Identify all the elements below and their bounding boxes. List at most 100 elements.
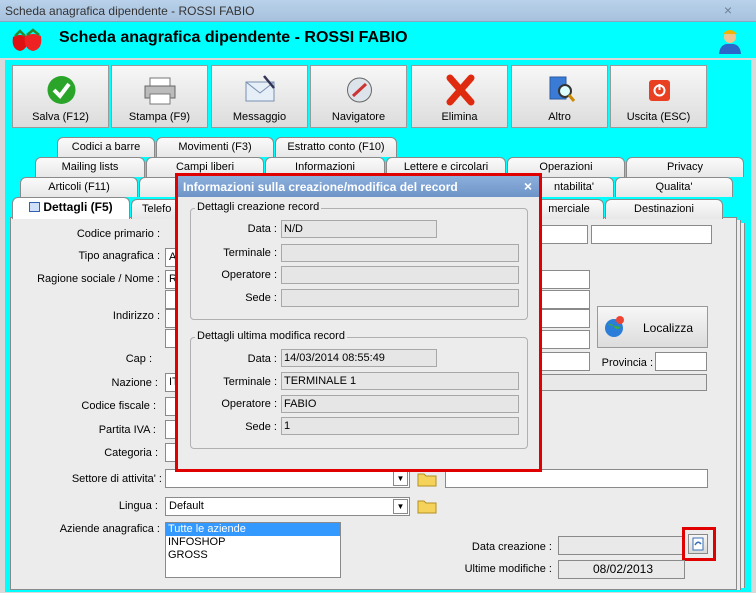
tab-contabilita[interactable]: ntabilita': [534, 177, 614, 197]
modifica-sede-label: Sede :: [245, 421, 277, 433]
exit-button-label: Uscita (ESC): [626, 111, 691, 123]
tab-codici-a-barre[interactable]: Codici a barre: [57, 137, 155, 157]
modifica-group-title: Dettagli ultima modifica record: [195, 330, 347, 342]
window-titlebar: Scheda anagrafica dipendente - ROSSI FAB…: [0, 0, 756, 22]
ragione-sociale-field-c[interactable]: [540, 290, 590, 309]
strawberry-logo-icon: [12, 28, 42, 51]
tab-movimenti[interactable]: Movimenti (F3): [156, 137, 274, 157]
ultime-modifiche-field: 08/02/2013: [558, 560, 685, 579]
other-button[interactable]: Altro: [511, 65, 608, 128]
record-info-dialog: Informazioni sulla creazione/modifica de…: [178, 176, 539, 469]
aziende-label: Aziende anagrafica :: [59, 523, 160, 535]
provincia-field[interactable]: [655, 352, 707, 371]
user-worker-icon[interactable]: [716, 25, 744, 55]
form-header: Scheda anagrafica dipendente - ROSSI FAB…: [0, 22, 756, 58]
citta-field[interactable]: [540, 352, 590, 371]
calendar-icon: [29, 202, 41, 212]
tipo-anagrafica-label: Tipo anagrafica :: [78, 250, 160, 262]
ragione-sociale-field-b[interactable]: [540, 270, 590, 289]
delete-button[interactable]: Elimina: [411, 65, 508, 128]
provincia-label: Provincia :: [601, 357, 653, 369]
tab-dettagli[interactable]: Dettagli (F5): [12, 197, 130, 219]
tab-telefoni[interactable]: Telefo: [131, 199, 181, 219]
aziende-list-item[interactable]: Tutte le aziende: [166, 523, 340, 536]
dialog-titlebar: Informazioni sulla creazione/modifica de…: [178, 176, 539, 197]
message-button-label: Messaggio: [232, 111, 287, 123]
folder-icon[interactable]: [417, 497, 437, 514]
cap-label: Cap :: [125, 353, 152, 365]
search-doc-icon: [549, 76, 576, 102]
modifica-data-label: Data :: [247, 353, 277, 365]
indirizzo-field-c[interactable]: [540, 330, 590, 349]
check-icon: [47, 76, 76, 104]
delete-x-icon: [446, 74, 475, 106]
nazione-label: Nazione :: [111, 377, 158, 389]
window-title: Scheda anagrafica dipendente - ROSSI FAB…: [5, 4, 255, 18]
navigator-button[interactable]: Navigatore: [310, 65, 407, 128]
dialog-close-button[interactable]: ×: [524, 178, 532, 194]
settore-label: Settore di attivita' :: [71, 473, 162, 485]
window-close-button[interactable]: ×: [718, 2, 738, 18]
modifica-operatore-field: FABIO: [281, 395, 519, 413]
aziende-list-item[interactable]: GROSS: [166, 549, 340, 562]
codice-primario-field-b[interactable]: [540, 225, 588, 244]
codice-primario-field-c[interactable]: [591, 225, 712, 244]
partita-iva-label: Partita IVA :: [98, 424, 156, 436]
ultime-modifiche-label: Ultime modifiche :: [464, 563, 552, 575]
tab-dettagli-label: Dettagli (F5): [43, 200, 113, 214]
creazione-sede-label: Sede :: [245, 292, 277, 304]
printer-icon: [144, 77, 176, 105]
creazione-operatore-field: [281, 266, 519, 284]
lingua-label: Lingua :: [118, 500, 158, 512]
delete-button-label: Elimina: [441, 111, 478, 123]
tab-mailing-lists[interactable]: Mailing lists: [35, 157, 145, 177]
codice-primario-label: Codice primario :: [76, 228, 160, 240]
codice-fiscale-label: Codice fiscale :: [81, 400, 156, 412]
folder-icon[interactable]: [417, 470, 437, 487]
exit-icon: [649, 80, 670, 101]
print-button[interactable]: Stampa (F9): [111, 65, 208, 128]
data-creazione-label: Data creazione :: [471, 541, 552, 553]
highlight-box: [682, 527, 716, 561]
exit-button[interactable]: Uscita (ESC): [610, 65, 707, 128]
compass-icon: [347, 77, 372, 103]
categoria-label: Categoria :: [104, 447, 158, 459]
creazione-sede-field: [281, 289, 519, 307]
print-button-label: Stampa (F9): [128, 111, 191, 123]
data-creazione-field: [558, 536, 685, 555]
tab-privacy[interactable]: Privacy: [626, 157, 744, 177]
modifica-sede-field: 1: [281, 417, 519, 435]
localizza-label: Localizza: [642, 321, 694, 335]
navigator-button-label: Navigatore: [331, 111, 386, 123]
tab-estratto-conto[interactable]: Estratto conto (F10): [275, 137, 397, 157]
creazione-terminale-field: [281, 244, 519, 262]
creazione-data-label: Data :: [247, 223, 277, 235]
modifica-operatore-label: Operatore :: [221, 398, 277, 410]
tab-qualita[interactable]: Qualita': [615, 177, 733, 197]
localizza-button[interactable]: Localizza: [597, 306, 708, 348]
lingua-dropdown[interactable]: Default: [165, 497, 410, 516]
modifica-data-field: 14/03/2014 08:55:49: [281, 349, 437, 367]
save-button-label: Salva (F12): [32, 111, 89, 123]
message-button[interactable]: Messaggio: [211, 65, 308, 128]
form-header-title: Scheda anagrafica dipendente - ROSSI FAB…: [59, 29, 408, 46]
envelope-icon: [245, 75, 275, 102]
save-button[interactable]: Salva (F12): [12, 65, 109, 128]
nazione-desc-field: [540, 374, 707, 391]
aziende-listbox[interactable]: Tutte le aziende INFOSHOP GROSS: [165, 522, 341, 578]
indirizzo-field-b[interactable]: [540, 309, 590, 328]
modifica-terminale-field: TERMINALE 1: [281, 372, 519, 390]
tab-articoli[interactable]: Articoli (F11): [20, 177, 138, 197]
tab-destinazioni[interactable]: Destinazioni: [605, 199, 723, 219]
lingua-dropdown-arrow[interactable]: ▼: [393, 499, 408, 514]
creazione-data-field: N/D: [281, 220, 437, 238]
other-button-label: Altro: [548, 111, 571, 123]
modifica-terminale-label: Terminale :: [223, 376, 277, 388]
ragione-sociale-label: Ragione sociale / Nome :: [37, 273, 160, 285]
aziende-list-item[interactable]: INFOSHOP: [166, 536, 340, 549]
dialog-title: Informazioni sulla creazione/modifica de…: [183, 180, 458, 194]
indirizzo-label: Indirizzo :: [112, 310, 160, 322]
creazione-group-title: Dettagli creazione record: [195, 201, 322, 213]
settore-dropdown-arrow[interactable]: ▼: [393, 471, 408, 486]
tab-commerciale[interactable]: merciale: [534, 199, 604, 219]
